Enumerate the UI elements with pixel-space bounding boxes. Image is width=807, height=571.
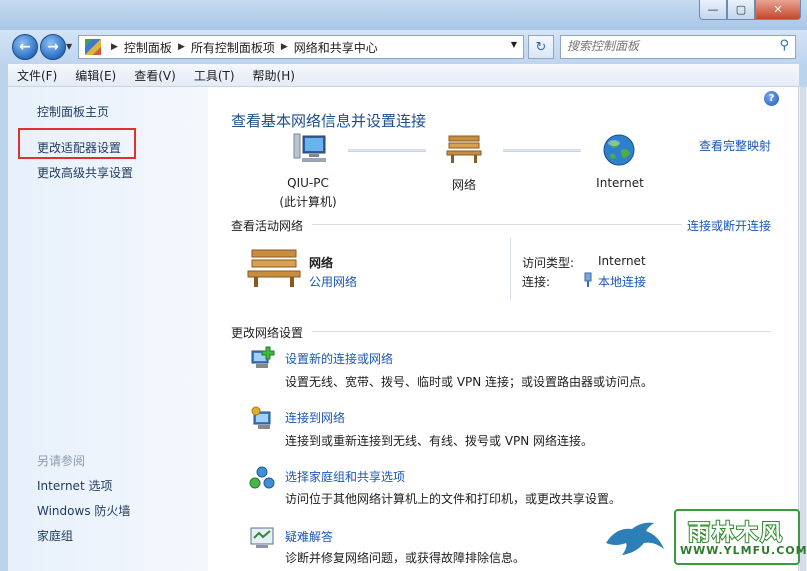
change-settings-heading: 更改网络设置 [231, 326, 304, 340]
address-dropdown-icon[interactable]: ▼ [511, 40, 517, 49]
page-title: 查看基本网络信息并设置连接 [231, 112, 427, 130]
vertical-divider [510, 238, 511, 300]
section-divider [312, 224, 682, 225]
active-network-name: 网络 [309, 256, 334, 270]
view-full-map-link[interactable]: 查看完整映射 [699, 137, 771, 154]
refresh-button[interactable]: ↻ [528, 35, 554, 59]
search-icon[interactable]: ⚲ [779, 38, 789, 53]
task-connect-network-desc: 连接到或重新连接到无线、有线、拨号或 VPN 网络连接。 [285, 434, 594, 448]
watermark-url: WWW.YLMFU.COM [680, 544, 807, 557]
sidebar-item-firewall[interactable]: Windows 防火墙 [37, 502, 130, 519]
watermark-badge: 雨林木风 WWW.YLMFU.COM [674, 509, 807, 565]
horse-logo-icon [606, 522, 664, 555]
sidebar-item-internet-options[interactable]: Internet 选项 [37, 477, 112, 494]
ethernet-icon [584, 272, 592, 287]
task-setup-connection-link[interactable]: 设置新的连接或网络 [285, 350, 393, 367]
window-controls: — ▢ ✕ [699, 0, 801, 20]
breadcrumb-control-panel[interactable]: 控制面板 [124, 39, 172, 56]
task-homegroup-desc: 访问位于其他网络计算机上的文件和打印机，或更改共享设置。 [285, 492, 622, 506]
recent-pages-dropdown-icon[interactable]: ▼ [66, 42, 72, 51]
local-connection-link[interactable]: 本地连接 [598, 273, 646, 290]
maximize-button[interactable]: ▢ [727, 0, 755, 20]
connect-network-icon [251, 406, 271, 429]
map-internet-label: Internet [596, 176, 644, 190]
map-network-label: 网络 [451, 178, 476, 192]
bench-network-icon [446, 135, 482, 163]
task-troubleshoot-link[interactable]: 疑难解答 [285, 528, 333, 545]
homegroup-icon [249, 466, 275, 489]
highlight-box [18, 128, 136, 159]
close-button[interactable]: ✕ [755, 0, 801, 20]
sidebar-item-advanced-sharing[interactable]: 更改高级共享设置 [37, 164, 133, 181]
sidebar: 控制面板主页 更改适配器设置 更改高级共享设置 另请参阅 Internet 选项… [8, 87, 208, 571]
map-pc-name: QIU-PC [287, 176, 329, 190]
section-divider [312, 331, 771, 332]
watermark-brand: 雨林木风 [687, 520, 785, 547]
breadcrumb-separator-icon[interactable]: ▶ [178, 42, 185, 52]
address-bar[interactable]: ▶ 控制面板 ▶ 所有控制面板项 ▶ 网络和共享中心 ▼ [78, 35, 524, 59]
task-setup-connection-desc: 设置无线、宽带、拨号、临时或 VPN 连接；或设置路由器或访问点。 [285, 375, 654, 389]
control-panel-icon [85, 39, 101, 55]
title-bar: — ▢ ✕ [0, 0, 807, 30]
breadcrumb-separator-icon[interactable]: ▶ [281, 42, 288, 52]
sidebar-item-home[interactable]: 控制面板主页 [37, 103, 109, 120]
back-button[interactable]: ← [12, 34, 38, 60]
help-icon[interactable]: ? [764, 91, 779, 106]
menu-tools[interactable]: 工具(T) [185, 67, 244, 84]
globe-icon [603, 134, 635, 166]
troubleshoot-icon [250, 527, 274, 548]
minimize-button[interactable]: — [699, 0, 727, 20]
menu-bar: 文件(F) 编辑(E) 查看(V) 工具(T) 帮助(H) [8, 64, 799, 87]
menu-help[interactable]: 帮助(H) [244, 67, 304, 84]
map-link-line [348, 149, 426, 152]
sidebar-item-homegroup[interactable]: 家庭组 [37, 527, 73, 544]
computer-icon [293, 133, 326, 162]
active-networks-heading: 查看活动网络 [231, 219, 304, 233]
search-box[interactable]: ⚲ [560, 35, 796, 59]
search-input[interactable] [561, 36, 767, 56]
forward-button[interactable]: → [40, 34, 66, 60]
network-bench-icon [247, 249, 301, 287]
task-homegroup-link[interactable]: 选择家庭组和共享选项 [285, 468, 405, 485]
breadcrumb-separator-icon[interactable]: ▶ [111, 42, 118, 52]
network-type-link[interactable]: 公用网络 [309, 273, 357, 290]
breadcrumb-network-center[interactable]: 网络和共享中心 [294, 39, 378, 56]
breadcrumb-all-items[interactable]: 所有控制面板项 [191, 39, 275, 56]
menu-view[interactable]: 查看(V) [125, 67, 185, 84]
connect-disconnect-link[interactable]: 连接或断开连接 [687, 217, 771, 234]
address-row: ← → ▼ ▶ 控制面板 ▶ 所有控制面板项 ▶ 网络和共享中心 ▼ ↻ ⚲ [0, 30, 807, 64]
watermark: 雨林木风 WWW.YLMFU.COM [602, 505, 807, 565]
connection-label: 连接: [522, 275, 551, 289]
map-link-line [503, 149, 581, 152]
access-type-value: Internet [598, 254, 646, 268]
task-connect-network-link[interactable]: 连接到网络 [285, 409, 345, 426]
menu-edit[interactable]: 编辑(E) [66, 67, 125, 84]
map-pc-subtitle: (此计算机) [279, 195, 337, 209]
access-type-label: 访问类型: [522, 256, 575, 270]
refresh-icon: ↻ [535, 39, 547, 55]
menu-file[interactable]: 文件(F) [8, 67, 66, 84]
see-also-heading: 另请参阅 [37, 454, 86, 468]
scrollbar-thumb[interactable] [800, 87, 806, 571]
new-connection-icon [251, 346, 275, 368]
vertical-scrollbar[interactable] [798, 87, 807, 571]
task-troubleshoot-desc: 诊断并修复网络问题，或获得故障排除信息。 [285, 551, 526, 565]
